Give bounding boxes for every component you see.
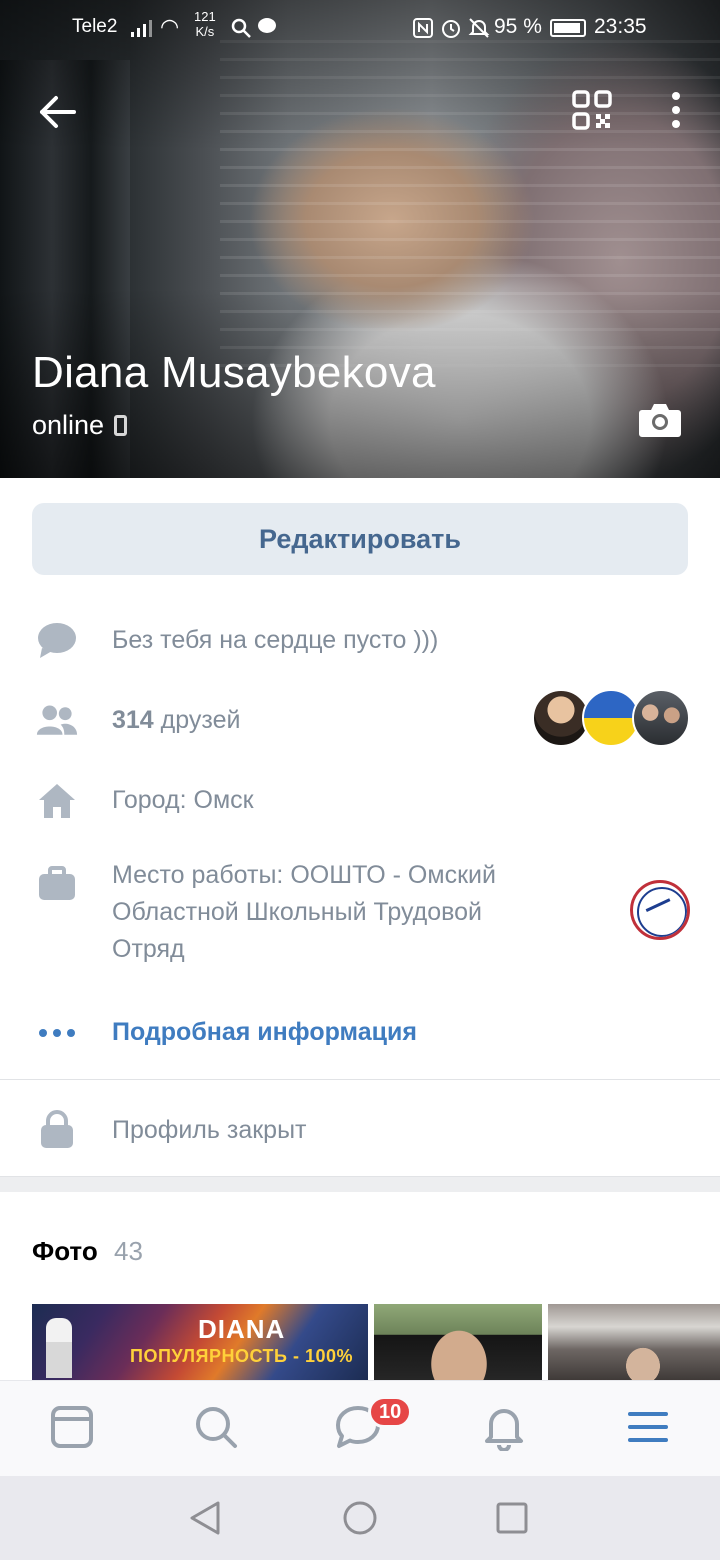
more-info-link[interactable]: Подробная информация: [112, 1014, 417, 1051]
camera-icon: [639, 404, 681, 437]
status-bar: Tele2 ◠ 121 K/s 95 % 23:35: [0, 0, 720, 56]
profile-name: Diana Musaybekova: [32, 348, 436, 397]
menu-icon: [628, 1412, 668, 1442]
speech-bubble-icon: [38, 623, 76, 658]
divider: [0, 1079, 720, 1080]
system-navigation-bar: [0, 1476, 720, 1560]
friends-avatars[interactable]: [532, 689, 692, 749]
battery-icon: [550, 19, 586, 37]
work-organization-logo[interactable]: [630, 880, 690, 940]
tab-menu[interactable]: [624, 1403, 672, 1451]
online-status-text: online: [32, 410, 105, 440]
carrier-name: Tele2: [72, 16, 118, 37]
users-icon: [36, 705, 78, 735]
tab-feed[interactable]: [48, 1403, 96, 1451]
work-line: Место работы: ООШТО - Омский: [112, 861, 496, 889]
photos-title[interactable]: Фото: [32, 1236, 98, 1267]
tab-notifications[interactable]: [480, 1403, 528, 1451]
city-text: Город: Омск: [112, 786, 254, 814]
system-back-button[interactable]: [186, 1498, 226, 1538]
message-status-icon: [258, 18, 276, 33]
feed-icon: [51, 1406, 93, 1448]
city-row: Город: Омск: [0, 780, 720, 824]
system-home-button[interactable]: [340, 1498, 380, 1538]
arrow-left-icon: [40, 96, 76, 128]
nfc-icon: [413, 18, 433, 38]
clock: 23:35: [594, 15, 647, 38]
status-text: Без тебя на сердце пусто ))): [112, 626, 439, 654]
photo-thumbnail[interactable]: [548, 1304, 720, 1380]
work-row[interactable]: Место работы: ООШТО - Омский Областной Ш…: [0, 857, 720, 969]
signal-icon: [131, 20, 152, 37]
tab-search[interactable]: [192, 1403, 240, 1451]
photo-thumbnail[interactable]: [374, 1304, 542, 1380]
network-speed-unit: K/s: [195, 24, 215, 39]
wifi-icon: ◠: [160, 14, 180, 39]
system-recents-button[interactable]: [492, 1498, 532, 1538]
briefcase-icon: [39, 866, 75, 900]
network-speed-value: 121: [194, 9, 216, 24]
bottom-tab-bar: 10: [0, 1380, 720, 1476]
status-row[interactable]: Без тебя на сердце пусто ))): [0, 620, 720, 664]
online-status: online: [32, 410, 128, 441]
network-speed: 121 K/s: [194, 9, 216, 39]
friend-avatar: [632, 689, 690, 747]
work-line: Областной Школьный Трудовой: [112, 898, 483, 926]
section-separator: [0, 1176, 720, 1192]
photo-figure: [46, 1318, 72, 1378]
mobile-phone-icon: [114, 415, 128, 436]
lock-icon: [41, 1110, 73, 1148]
search-status-icon: [231, 18, 251, 38]
work-text: Место работы: ООШТО - Омский Областной Ш…: [112, 857, 496, 968]
square-recents-icon: [496, 1502, 528, 1534]
friends-count: 314: [112, 706, 154, 734]
photo-caption-subtitle: ПОПУЛЯРНОСТЬ - 100%: [130, 1346, 353, 1366]
photos-count: 43: [114, 1236, 143, 1266]
more-info-row[interactable]: Подробная информация: [0, 1012, 720, 1056]
friends-summary: 314 друзей: [112, 702, 240, 739]
edit-profile-button[interactable]: Редактировать: [32, 503, 688, 575]
friends-label: друзей: [160, 706, 241, 734]
more-options-button[interactable]: [654, 86, 698, 134]
photo-thumbnail[interactable]: DIANA ПОПУЛЯРНОСТЬ - 100%: [32, 1304, 368, 1380]
search-icon: [196, 1407, 237, 1448]
messages-badge: 10: [368, 1396, 413, 1428]
more-vertical-icon: [672, 92, 680, 128]
profile-closed-row: Профиль закрыт: [0, 1110, 720, 1154]
home-icon: [39, 784, 75, 818]
photo-caption-title: DIANA: [198, 1314, 286, 1344]
profile-closed-text: Профиль закрыт: [112, 1116, 307, 1144]
circle-home-icon: [343, 1501, 377, 1535]
change-cover-button[interactable]: [638, 400, 682, 438]
battery-percent: 95 %: [494, 15, 542, 38]
profile-cover[interactable]: Tele2 ◠ 121 K/s 95 % 23:35 Diana Musaybe…: [0, 0, 720, 478]
mute-icon: [468, 18, 490, 38]
work-line: Отряд: [112, 935, 185, 963]
back-button[interactable]: [32, 88, 80, 136]
alarm-icon: [442, 20, 460, 38]
dots-horizontal-icon: [39, 1029, 75, 1037]
qr-code-button[interactable]: [568, 86, 616, 134]
triangle-back-icon: [190, 1501, 220, 1535]
bell-icon: [485, 1409, 523, 1451]
